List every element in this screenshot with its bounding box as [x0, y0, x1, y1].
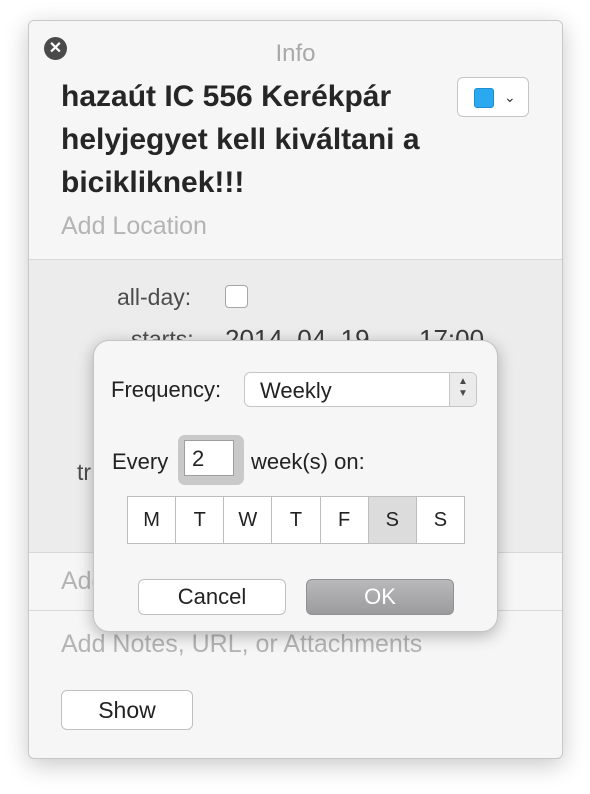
- chevron-down-icon: ⌄: [504, 89, 516, 105]
- day-tuesday[interactable]: T: [176, 497, 225, 543]
- weekday-selector: M T W T F S S: [127, 496, 465, 544]
- day-wednesday[interactable]: W: [224, 497, 273, 543]
- show-button[interactable]: Show: [61, 690, 193, 730]
- ok-button[interactable]: OK: [306, 579, 454, 615]
- frequency-select[interactable]: Weekly ▲ ▼: [244, 372, 477, 407]
- repeat-label-partial: tr: [77, 459, 92, 485]
- updown-arrows-icon: ▲ ▼: [449, 373, 476, 406]
- notes-field[interactable]: Add Notes, URL, or Attachments: [61, 630, 422, 659]
- day-sunday[interactable]: S: [416, 497, 464, 543]
- event-title[interactable]: hazaút IC 556 Kerékpár helyjegyet kell k…: [61, 75, 441, 204]
- cancel-button[interactable]: Cancel: [138, 579, 286, 615]
- location-field[interactable]: Add Location: [61, 212, 207, 241]
- day-friday[interactable]: F: [320, 497, 369, 543]
- recurrence-popover: Frequency: Weekly ▲ ▼ Every 2 week(s) on:…: [93, 340, 498, 632]
- day-saturday[interactable]: S: [368, 497, 417, 543]
- event-header: ✕ Info hazaút IC 556 Kerékpár helyjegyet…: [29, 21, 562, 259]
- frequency-label: Frequency:: [111, 377, 222, 402]
- unit-label: week(s) on:: [251, 449, 365, 474]
- allday-checkbox[interactable]: [225, 285, 248, 308]
- every-label: Every: [112, 449, 169, 474]
- frequency-value: Weekly: [260, 378, 332, 403]
- day-thursday[interactable]: T: [272, 497, 321, 543]
- calendar-color-picker[interactable]: ⌄: [457, 77, 529, 117]
- window-title: Info: [275, 40, 316, 67]
- every-input-focus-ring: 2: [178, 435, 244, 485]
- calendar-color-swatch: [474, 88, 494, 108]
- every-interval-input[interactable]: 2: [184, 440, 234, 476]
- allday-label: all-day:: [117, 284, 192, 310]
- day-monday[interactable]: M: [128, 497, 177, 543]
